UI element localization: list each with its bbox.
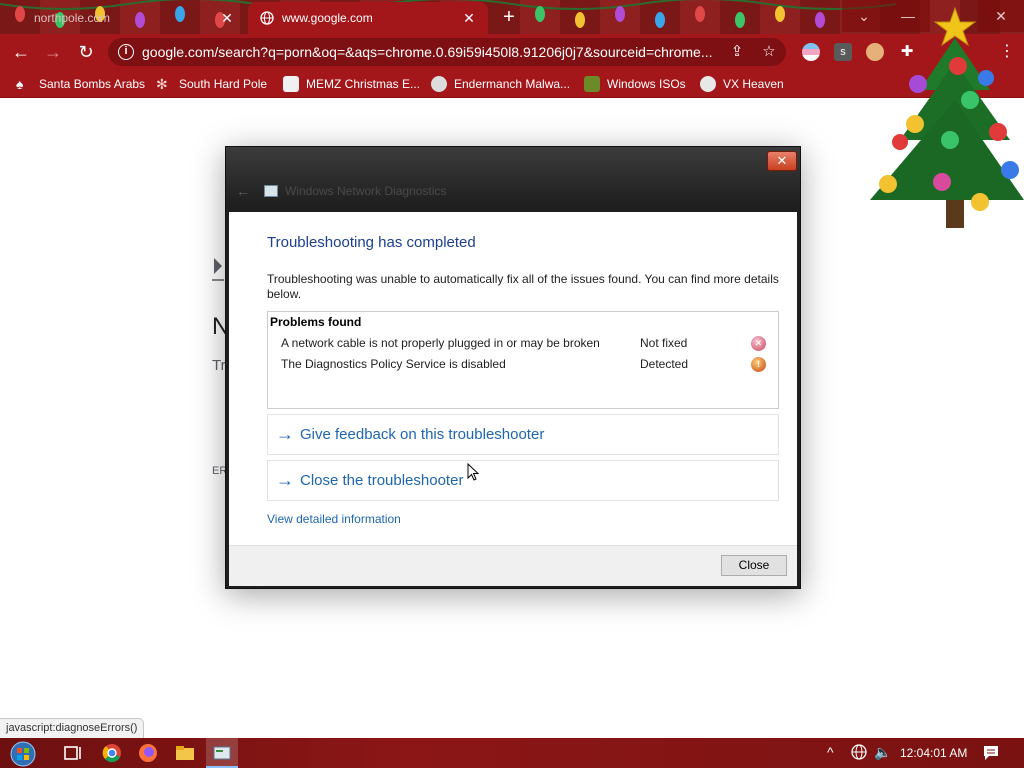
back-icon[interactable]: ← <box>10 41 32 63</box>
network-globe-icon[interactable] <box>850 743 868 761</box>
dialog-footer: Close <box>229 545 797 586</box>
globe-icon <box>260 11 274 25</box>
error-x-icon: ✕ <box>751 336 766 351</box>
network-diagnostics-taskbar-icon[interactable] <box>211 742 233 764</box>
network-diagnostics-icon <box>264 185 278 197</box>
close-tab-icon[interactable]: ✕ <box>218 9 236 27</box>
vx-heaven-icon <box>700 76 716 92</box>
window-icon <box>283 76 299 92</box>
forward-icon[interactable]: → <box>42 41 64 63</box>
dialog-title: Windows Network Diagnostics <box>285 184 447 198</box>
volume-icon[interactable]: 🔈 <box>874 744 891 761</box>
address-bar[interactable]: i google.com/search?q=porn&oq=&aqs=chrom… <box>108 38 786 66</box>
close-troubleshooter-label: Close the troubleshooter <box>300 472 464 489</box>
task-view-icon[interactable] <box>62 742 84 764</box>
bookmark-item[interactable]: Windows ISOs <box>584 75 686 93</box>
problem-status: Not fixed <box>640 336 688 350</box>
file-explorer-icon[interactable] <box>174 742 196 764</box>
mouse-cursor-icon <box>467 463 480 481</box>
bookmark-star-icon[interactable]: ☆ <box>760 43 778 61</box>
link-status-bubble: javascript:diagnoseErrors() <box>0 718 145 738</box>
problem-status: Detected <box>640 357 689 371</box>
bookmark-item[interactable]: ✻ South Hard Pole <box>156 75 267 93</box>
error-text-fragment: Tr <box>212 357 226 374</box>
start-orb-icon[interactable] <box>10 741 36 767</box>
tab-northpole[interactable]: northpole.com ✕ <box>0 2 246 34</box>
give-feedback-label: Give feedback on this troubleshooter <box>300 426 545 443</box>
show-hidden-icons-chevron-icon[interactable]: ^ <box>827 744 834 760</box>
problem-description: A network cable is not properly plugged … <box>281 336 600 350</box>
give-feedback-link[interactable]: → Give feedback on this troubleshooter <box>267 414 779 455</box>
problem-description: The Diagnostics Policy Service is disabl… <box>281 357 506 371</box>
snowflake-icon: ✻ <box>156 76 168 92</box>
bookmark-item[interactable]: MEMZ Christmas E... <box>283 75 420 93</box>
problems-header: Problems found <box>270 315 362 329</box>
bookmark-label: Windows ISOs <box>607 77 686 91</box>
bookmark-label: Endermanch Malwa... <box>454 77 571 91</box>
bookmark-item[interactable]: ♠ Santa Bombs Arabs <box>16 75 145 93</box>
extension-flag-icon[interactable] <box>802 43 820 61</box>
bookmark-label: South Hard Pole <box>179 77 268 91</box>
raccoon-icon <box>431 76 447 92</box>
dialog-body: Troubleshooting has completed Troublesho… <box>229 212 797 545</box>
warning-icon: ! <box>751 357 766 372</box>
info-icon[interactable]: i <box>118 44 134 60</box>
broken-image-icon <box>212 258 224 281</box>
problem-row[interactable]: A network cable is not properly plugged … <box>281 336 771 354</box>
taskbar: ^ 🔈 12:04:01 AM <box>0 738 1024 768</box>
tab-title: www.google.com <box>282 11 373 25</box>
share-icon[interactable]: ⇪ <box>728 43 746 61</box>
arrow-right-icon: → <box>276 470 294 490</box>
problem-row[interactable]: The Diagnostics Policy Service is disabl… <box>281 357 771 375</box>
close-tab-icon[interactable]: ✕ <box>460 9 478 27</box>
bomb-icon: ♠ <box>16 76 24 92</box>
view-detailed-information-link[interactable]: View detailed information <box>267 512 401 526</box>
arrow-right-icon: → <box>276 424 294 444</box>
bookmark-item[interactable]: VX Heaven <box>700 75 784 93</box>
reload-icon[interactable]: ↻ <box>75 41 97 63</box>
christmas-tree-decoration <box>870 6 1024 228</box>
bookmark-label: Santa Bombs Arabs <box>39 77 146 91</box>
network-diagnostics-dialog: ✕ ← Windows Network Diagnostics Troubles… <box>225 146 801 589</box>
chrome-icon[interactable] <box>101 742 123 764</box>
dialog-close-x-button[interactable]: ✕ <box>767 151 797 171</box>
dialog-heading: Troubleshooting has completed <box>267 234 476 251</box>
problems-found-panel: Problems found A network cable is not pr… <box>267 311 779 409</box>
back-arrow-icon[interactable]: ← <box>236 183 250 199</box>
tab-google[interactable]: www.google.com ✕ <box>248 2 488 34</box>
tab-title: northpole.com <box>34 11 111 25</box>
close-troubleshooter-link[interactable]: → Close the troubleshooter <box>267 460 779 501</box>
bookmark-item[interactable]: Endermanch Malwa... <box>431 75 570 93</box>
dialog-description: Troubleshooting was unable to automatica… <box>267 272 779 301</box>
firefox-icon[interactable] <box>137 742 159 764</box>
action-center-icon[interactable] <box>982 744 1000 762</box>
windows-iso-icon <box>584 76 600 92</box>
close-button[interactable]: Close <box>721 555 787 576</box>
new-tab-button[interactable]: + <box>498 6 520 28</box>
bookmark-label: VX Heaven <box>723 77 784 91</box>
extension-s-icon[interactable]: s <box>834 43 852 61</box>
clock[interactable]: 12:04:01 AM <box>900 746 967 760</box>
url-text: google.com/search?q=porn&oq=&aqs=chrome.… <box>142 44 713 60</box>
bookmark-label: MEMZ Christmas E... <box>306 77 421 91</box>
